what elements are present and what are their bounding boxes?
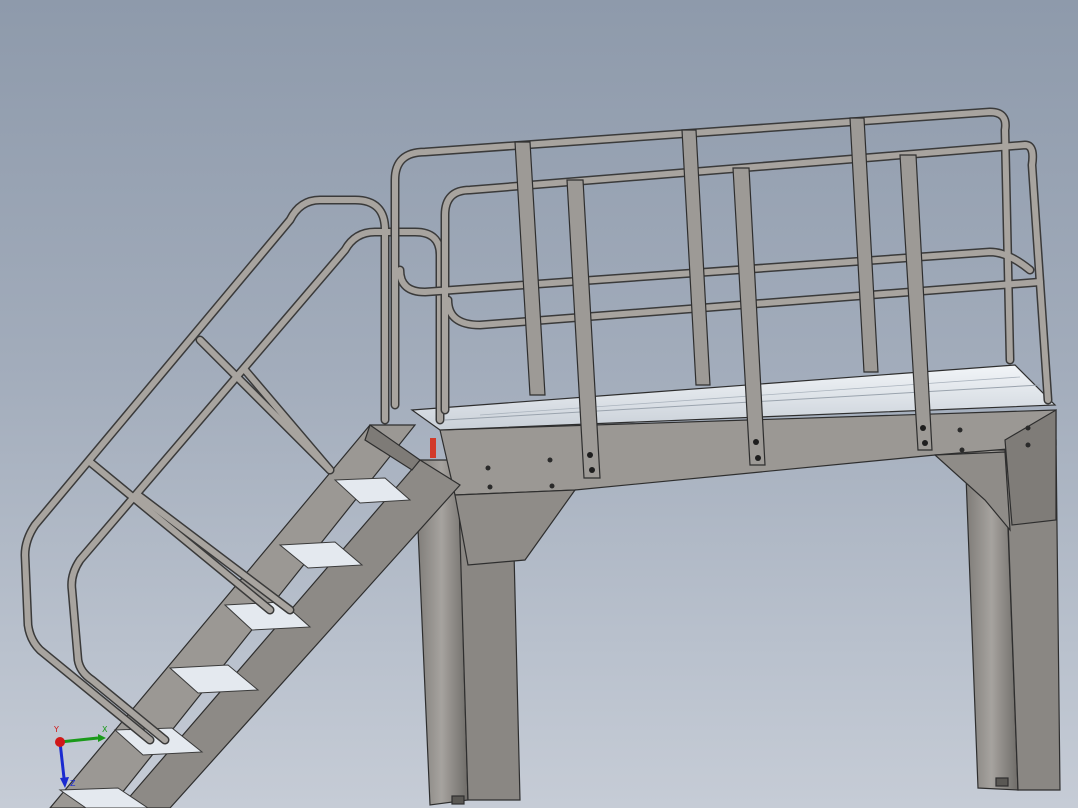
z-axis-label: Z — [70, 779, 76, 788]
stair-platform-model[interactable] — [0, 0, 1078, 808]
selected-face-highlight — [430, 438, 436, 458]
cad-viewport[interactable]: X Y Z — [0, 0, 1078, 808]
x-axis-label: X — [102, 725, 108, 734]
x-axis-arrow — [59, 736, 99, 744]
y-axis-arrow — [55, 737, 65, 747]
y-axis-label: Y — [53, 725, 59, 734]
platform-guardrails — [390, 107, 1053, 415]
platform-frame — [410, 364, 1061, 806]
coordinate-triad: X Y Z — [53, 725, 108, 788]
z-axis-arrow — [58, 741, 66, 779]
